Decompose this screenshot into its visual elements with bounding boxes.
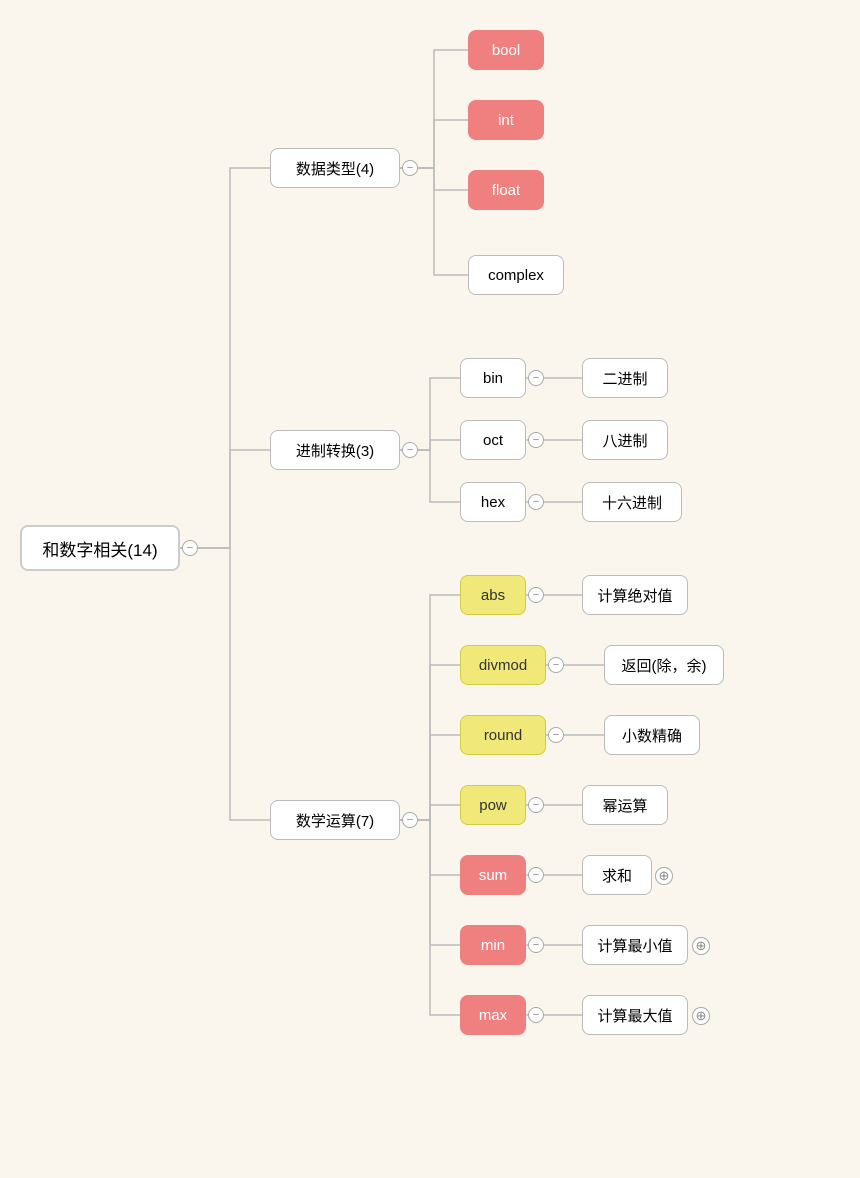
sum-add-button[interactable]: ⊕ — [655, 867, 673, 885]
leaf-complex[interactable]: complex — [468, 255, 564, 295]
desc-binary[interactable]: 二进制 — [582, 358, 668, 398]
leaf-abs-label: abs — [481, 587, 505, 604]
leaf-int-label: int — [498, 112, 514, 129]
desc-sum[interactable]: 求和 — [582, 855, 652, 895]
leaf-min[interactable]: min — [460, 925, 526, 965]
root-node[interactable]: 和数字相关(14) — [20, 525, 180, 571]
connection-lines — [0, 0, 860, 1178]
leaf-bin-collapse[interactable]: − — [528, 370, 544, 386]
min-add-button[interactable]: ⊕ — [692, 937, 710, 955]
leaf-pow-label: pow — [479, 797, 507, 814]
root-label: 和数字相关(14) — [42, 536, 157, 561]
branch-math-ops-collapse[interactable]: − — [402, 812, 418, 828]
leaf-bool[interactable]: bool — [468, 30, 544, 70]
desc-divmod-label: 返回(除，余) — [622, 655, 707, 676]
desc-pow[interactable]: 幂运算 — [582, 785, 668, 825]
leaf-min-label: min — [481, 937, 505, 954]
desc-hex[interactable]: 十六进制 — [582, 482, 682, 522]
leaf-float-label: float — [492, 182, 520, 199]
leaf-hex-label: hex — [481, 494, 505, 511]
desc-min[interactable]: 计算最小值 — [582, 925, 688, 965]
desc-hex-label: 十六进制 — [602, 492, 662, 513]
desc-round[interactable]: 小数精确 — [604, 715, 700, 755]
leaf-min-collapse[interactable]: − — [528, 937, 544, 953]
leaf-divmod[interactable]: divmod — [460, 645, 546, 685]
leaf-sum[interactable]: sum — [460, 855, 526, 895]
leaf-int[interactable]: int — [468, 100, 544, 140]
leaf-pow-collapse[interactable]: − — [528, 797, 544, 813]
leaf-max-label: max — [479, 1007, 507, 1024]
branch-data-types-collapse[interactable]: − — [402, 160, 418, 176]
leaf-abs[interactable]: abs — [460, 575, 526, 615]
leaf-round-label: round — [484, 727, 522, 744]
desc-abs-label: 计算绝对值 — [597, 585, 672, 606]
branch-base-convert[interactable]: 进制转换(3) — [270, 430, 400, 470]
root-collapse[interactable]: − — [182, 540, 198, 556]
desc-divmod[interactable]: 返回(除，余) — [604, 645, 724, 685]
leaf-float[interactable]: float — [468, 170, 544, 210]
leaf-round[interactable]: round — [460, 715, 546, 755]
leaf-complex-label: complex — [488, 267, 544, 284]
leaf-divmod-collapse[interactable]: − — [548, 657, 564, 673]
leaf-bool-label: bool — [492, 42, 520, 59]
leaf-sum-label: sum — [479, 867, 507, 884]
leaf-bin-label: bin — [483, 370, 503, 387]
branch-math-ops[interactable]: 数学运算(7) — [270, 800, 400, 840]
desc-octal[interactable]: 八进制 — [582, 420, 668, 460]
desc-sum-label: 求和 — [602, 865, 632, 886]
desc-pow-label: 幂运算 — [602, 795, 647, 816]
leaf-abs-collapse[interactable]: − — [528, 587, 544, 603]
leaf-divmod-label: divmod — [479, 657, 527, 674]
leaf-hex-collapse[interactable]: − — [528, 494, 544, 510]
leaf-oct-collapse[interactable]: − — [528, 432, 544, 448]
max-add-button[interactable]: ⊕ — [692, 1007, 710, 1025]
leaf-round-collapse[interactable]: − — [548, 727, 564, 743]
desc-max[interactable]: 计算最大值 — [582, 995, 688, 1035]
leaf-hex[interactable]: hex — [460, 482, 526, 522]
branch-base-convert-collapse[interactable]: − — [402, 442, 418, 458]
leaf-pow[interactable]: pow — [460, 785, 526, 825]
leaf-oct[interactable]: oct — [460, 420, 526, 460]
branch-data-types-label: 数据类型(4) — [296, 158, 374, 179]
branch-data-types[interactable]: 数据类型(4) — [270, 148, 400, 188]
desc-binary-label: 二进制 — [602, 368, 647, 389]
leaf-max-collapse[interactable]: − — [528, 1007, 544, 1023]
branch-math-ops-label: 数学运算(7) — [296, 810, 374, 831]
desc-round-label: 小数精确 — [622, 725, 682, 746]
desc-abs[interactable]: 计算绝对值 — [582, 575, 688, 615]
leaf-bin[interactable]: bin — [460, 358, 526, 398]
desc-octal-label: 八进制 — [602, 430, 647, 451]
desc-max-label: 计算最大值 — [597, 1005, 672, 1026]
leaf-oct-label: oct — [483, 432, 503, 449]
desc-min-label: 计算最小值 — [597, 935, 672, 956]
branch-base-convert-label: 进制转换(3) — [296, 440, 374, 461]
mind-map: 和数字相关(14) − 数据类型(4) − bool int float com… — [0, 0, 860, 1178]
leaf-sum-collapse[interactable]: − — [528, 867, 544, 883]
leaf-max[interactable]: max — [460, 995, 526, 1035]
